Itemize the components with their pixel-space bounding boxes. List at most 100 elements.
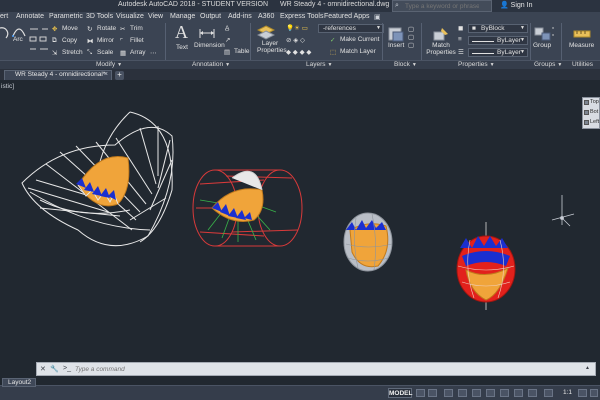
lineweight-sample: [472, 53, 494, 54]
insert-label[interactable]: Insert: [388, 42, 404, 49]
insert-block-icon[interactable]: [387, 26, 405, 42]
table-button[interactable]: ▤ Table: [224, 48, 250, 56]
layer-properties-label[interactable]: Layer Properties: [257, 40, 287, 54]
status-bar: Layout2 MODEL 1:1: [0, 378, 600, 400]
window-title: Autodesk AutoCAD 2018 - STUDENT VERSION …: [118, 1, 418, 8]
customize-icon[interactable]: [590, 389, 598, 397]
linetype-sample: [472, 41, 494, 42]
wrench-icon[interactable]: 🔧: [50, 365, 59, 373]
rotate-button[interactable]: ↻ Rotate: [87, 25, 116, 33]
tab-parametric[interactable]: Parametric: [49, 13, 83, 20]
tab-featured-apps[interactable]: Featured Apps: [324, 13, 370, 20]
command-input[interactable]: [75, 365, 575, 374]
layout-tab[interactable]: Layout2: [2, 378, 36, 387]
move-button[interactable]: ✥ Move: [52, 25, 78, 33]
new-tab-button[interactable]: +: [115, 71, 124, 80]
text-icon[interactable]: A: [175, 22, 188, 43]
close-icon[interactable]: ×: [104, 71, 108, 78]
transparency-icon[interactable]: [514, 389, 523, 397]
polar-icon[interactable]: [458, 389, 467, 397]
annotation-small-icon-1[interactable]: A̲: [225, 25, 229, 32]
color-swatch-icon: ◼: [458, 25, 464, 32]
tab-manage[interactable]: Manage: [170, 13, 195, 20]
grid-icon[interactable]: [416, 389, 425, 397]
group-small-icons[interactable]: ▫ ▫: [552, 25, 554, 39]
linetype-dropdown[interactable]: ByLayer ▼: [468, 36, 528, 45]
panel-title-groups[interactable]: Groups ▼: [534, 61, 562, 68]
tab-output[interactable]: Output: [200, 13, 221, 20]
fillet-button[interactable]: ⌜ Fillet: [120, 37, 144, 45]
panel-title-modify[interactable]: Modify ▼: [96, 61, 122, 68]
make-current-button[interactable]: ✓ Make Current: [330, 36, 379, 44]
model-space-button[interactable]: MODEL: [388, 388, 412, 398]
dimension-label[interactable]: Dimension: [194, 42, 225, 49]
tab-insert[interactable]: ert: [0, 13, 8, 20]
selection-cycling-icon[interactable]: [528, 389, 537, 397]
command-line[interactable]: ✕ 🔧 >_ ▲: [36, 362, 596, 376]
array-button[interactable]: ▦ Array: [120, 49, 146, 57]
tab-add-ins[interactable]: Add-ins: [228, 13, 252, 20]
view-bottom[interactable]: Bot: [590, 109, 598, 115]
match-layer-button[interactable]: ⬚ Match Layer: [330, 48, 376, 56]
chevron-up-icon[interactable]: ▲: [585, 365, 590, 371]
osnap-tracking-icon[interactable]: [486, 389, 495, 397]
object-snap-icon[interactable]: [472, 389, 481, 397]
sign-in-button[interactable]: 👤 Sign In: [500, 1, 540, 11]
view-left-icon: [584, 120, 589, 125]
panel-title-block[interactable]: Block ▼: [394, 61, 417, 68]
view-list[interactable]: Top Bot Left: [582, 97, 600, 129]
view-top[interactable]: Top: [590, 99, 599, 105]
tab-a360[interactable]: A360: [258, 13, 274, 20]
document-tab[interactable]: WR Steady 4 - omnidirectional* ×: [4, 70, 112, 80]
view-left[interactable]: Left: [590, 119, 599, 125]
block-small-icons[interactable]: ▢ ▢ ▢: [408, 25, 414, 49]
panel-title-annotation[interactable]: Annotation ▼: [192, 61, 230, 68]
color-dropdown[interactable]: ■ ByBlock ▼: [468, 24, 528, 33]
array-icon: ▦: [120, 50, 127, 57]
drawing-viewport[interactable]: istic] Top Bot Left: [0, 80, 600, 375]
snap-icon[interactable]: [428, 389, 437, 397]
group-icon[interactable]: [534, 26, 552, 42]
arc-label[interactable]: Arc: [13, 36, 23, 43]
dimension-icon[interactable]: [198, 26, 216, 40]
text-label[interactable]: Text: [176, 44, 188, 51]
panel-title-utilities[interactable]: Utilities: [572, 61, 593, 68]
lineweight-toggle-icon[interactable]: [500, 389, 509, 397]
modify-more-icon[interactable]: ⋯: [150, 49, 157, 57]
circle-tool-icon[interactable]: [0, 26, 10, 40]
panel-title-properties[interactable]: Properties ▼: [458, 61, 495, 68]
workspace-gear-icon[interactable]: [578, 389, 587, 397]
match-properties-label[interactable]: Match Properties: [426, 42, 456, 56]
annotation-small-icon-2[interactable]: ↗: [225, 36, 230, 44]
match-properties-icon[interactable]: [432, 26, 450, 42]
annotation-visibility-icon[interactable]: [544, 389, 553, 397]
tab-3d-tools[interactable]: 3D Tools: [86, 13, 113, 20]
layer-properties-icon[interactable]: [257, 25, 275, 41]
layer-dropdown[interactable]: -references ▼: [318, 24, 384, 33]
panel-title-layers[interactable]: Layers ▼: [306, 61, 332, 68]
stretch-button[interactable]: ⇲ Stretch: [52, 49, 83, 57]
layer-tools-icons-1[interactable]: ⊘ ◈ ◇: [286, 36, 305, 44]
measure-label[interactable]: Measure: [569, 42, 594, 49]
close-icon[interactable]: ✕: [40, 365, 46, 373]
ortho-icon[interactable]: [444, 389, 453, 397]
stretch-icon: ⇲: [52, 50, 58, 57]
ribbon-minimize-icon[interactable]: ▣: [374, 13, 381, 21]
annotation-scale[interactable]: 1:1: [563, 389, 572, 396]
tab-express-tools[interactable]: Express Tools: [280, 13, 323, 20]
measure-icon[interactable]: [573, 26, 591, 42]
tab-visualize[interactable]: Visualize: [116, 13, 144, 20]
layer-tools-icons-2[interactable]: ◆ ◆ ◆ ◆: [286, 48, 311, 56]
tab-annotate[interactable]: Annotate: [16, 13, 44, 20]
drawing-canvas[interactable]: [0, 80, 600, 375]
lineweight-dropdown[interactable]: ByLayer ▼: [468, 48, 528, 57]
scale-button[interactable]: ⤡ Scale: [87, 49, 113, 56]
copy-button[interactable]: ⧉ Copy: [52, 37, 77, 44]
group-label[interactable]: Group: [533, 42, 551, 49]
search-input[interactable]: [393, 1, 479, 11]
trim-button[interactable]: ✂ Trim: [120, 25, 143, 33]
tab-view[interactable]: View: [148, 13, 163, 20]
linetype-icon: ≡: [458, 36, 462, 43]
mirror-button[interactable]: ⧓ Mirror: [87, 37, 114, 45]
search-field[interactable]: ⌕: [392, 0, 492, 12]
